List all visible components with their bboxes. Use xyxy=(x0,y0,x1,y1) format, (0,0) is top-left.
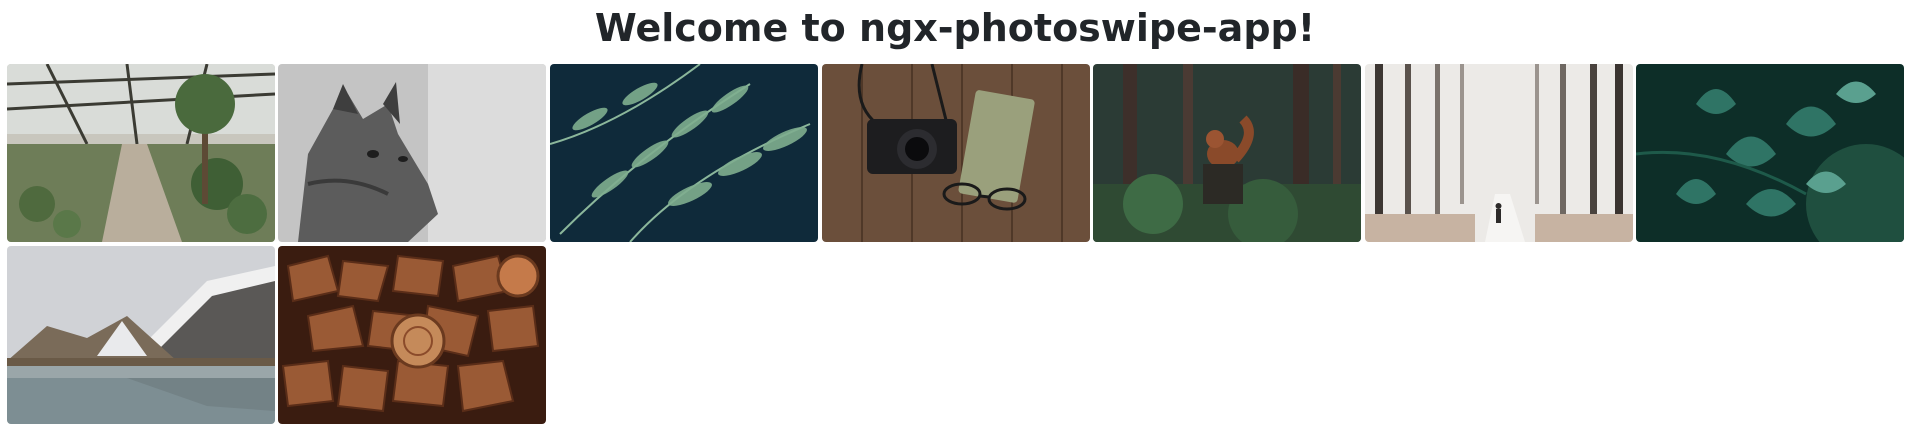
gallery-thumbnail-squirrel[interactable] xyxy=(1093,64,1361,242)
gallery-thumbnail-foggy-forest[interactable] xyxy=(1365,64,1633,242)
gallery-thumbnail-firewood[interactable] xyxy=(278,246,546,424)
green-leaves-image xyxy=(1636,64,1904,242)
gallery-thumbnail-camera[interactable] xyxy=(822,64,1090,242)
gallery-thumbnail-greenhouse[interactable] xyxy=(7,64,275,242)
firewood-image xyxy=(278,246,546,424)
gallery-thumbnail-mountain-lake[interactable] xyxy=(7,246,275,424)
gallery-thumbnail-green-leaves[interactable] xyxy=(1636,64,1904,242)
camera-image xyxy=(822,64,1090,242)
foggy-forest-image xyxy=(1365,64,1633,242)
cat-image xyxy=(278,64,546,242)
photo-gallery xyxy=(0,0,1910,438)
gallery-thumbnail-fern[interactable] xyxy=(550,64,818,242)
greenhouse-image xyxy=(7,64,275,242)
fern-image xyxy=(550,64,818,242)
gallery-thumbnail-cat[interactable] xyxy=(278,64,546,242)
squirrel-image xyxy=(1093,64,1361,242)
mountain-lake-image xyxy=(7,246,275,424)
